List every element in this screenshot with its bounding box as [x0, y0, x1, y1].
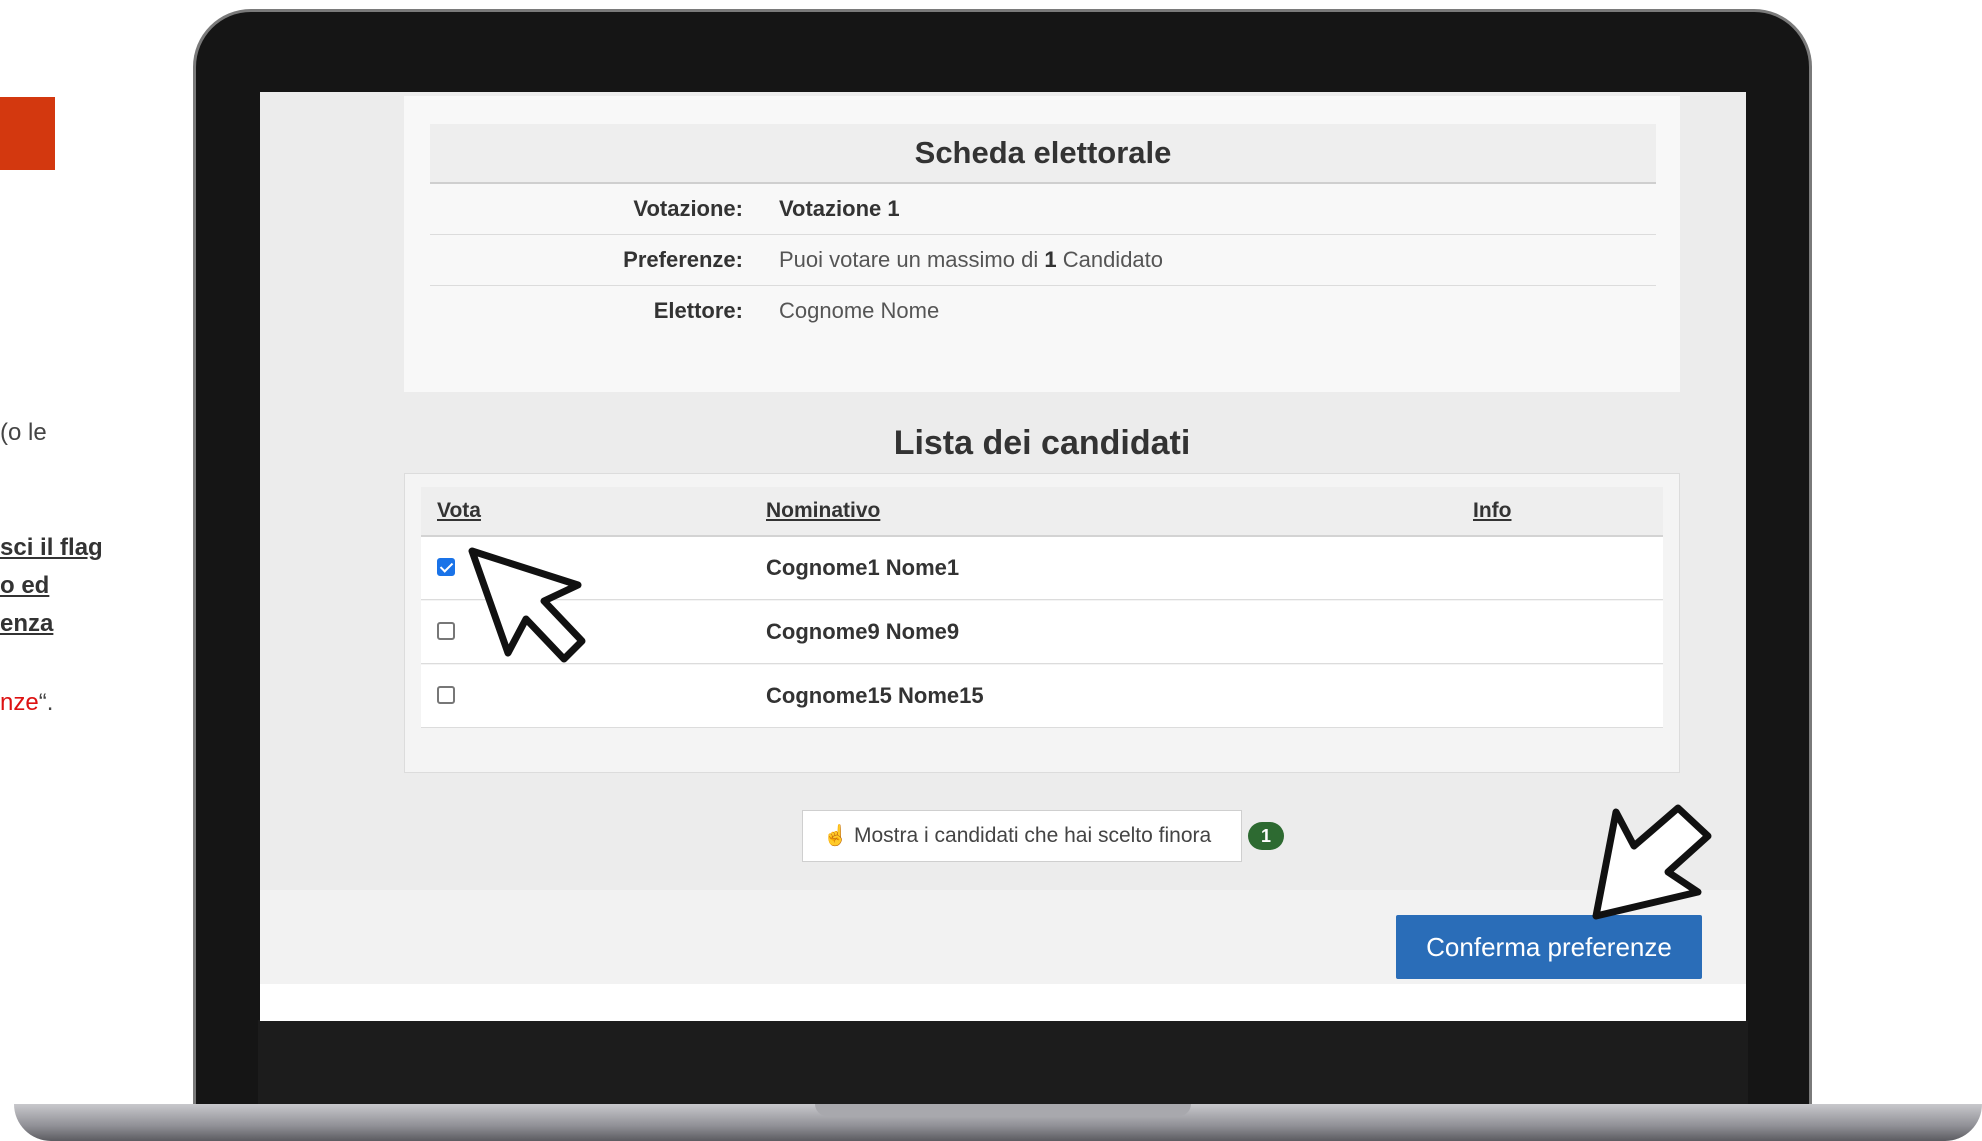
laptop-chin [258, 1020, 1748, 1110]
chosen-count-badge: 1 [1248, 822, 1284, 850]
vote-checkbox[interactable] [437, 558, 455, 576]
accent-block [0, 97, 55, 170]
info-value: Puoi votare un massimo di 1 Candidato [779, 235, 1163, 285]
info-value: Votazione 1 [779, 196, 900, 221]
table-header: Vota Nominativo Info [421, 487, 1663, 537]
pointer-arrow-icon [1592, 804, 1712, 920]
table-row: Cognome15 Nome15 [421, 665, 1663, 728]
candidate-name: Cognome1 Nome1 [766, 555, 960, 580]
table-row: Cognome9 Nome9 [421, 601, 1663, 664]
info-label: Preferenze: [623, 247, 743, 272]
candidate-name: Cognome15 Nome15 [766, 683, 984, 708]
instruction-text-2: sci il flag [0, 534, 103, 561]
ballot-title: Scheda elettorale [430, 124, 1656, 184]
instruction-text-1: (o le [0, 419, 47, 446]
pointer-arrow-icon [468, 547, 586, 663]
instruction-text-4: enza [0, 610, 54, 637]
instruction-highlight: nze [0, 689, 39, 716]
table-row: Cognome1 Nome1 [421, 537, 1663, 600]
column-nominativo[interactable]: Nominativo [766, 487, 880, 535]
candidate-name: Cognome9 Nome9 [766, 619, 960, 644]
candidates-table: Vota Nominativo Info Cognome1 Nome1 Cogn… [404, 473, 1680, 773]
vote-checkbox[interactable] [437, 686, 455, 704]
info-value-bold: 1 [1044, 247, 1057, 272]
info-row-preferenze: Preferenze: Puoi votare un massimo di 1 … [430, 235, 1656, 286]
show-chosen-candidates-button[interactable]: ☝ Mostra i candidati che hai scelto fino… [802, 810, 1242, 862]
info-row-votazione: Votazione: Votazione 1 [430, 184, 1656, 235]
instruction-tail: “. [38, 689, 54, 716]
info-value-prefix: Puoi votare un massimo di [779, 247, 1045, 272]
column-vota[interactable]: Vota [437, 487, 481, 535]
info-label: Votazione: [633, 196, 743, 221]
candidates-title: Lista dei candidati [893, 424, 1191, 462]
column-info[interactable]: Info [1473, 487, 1511, 535]
info-row-elettore: Elettore: Cognome Nome [430, 286, 1656, 336]
info-value: Cognome Nome [779, 298, 940, 323]
info-label: Elettore: [653, 298, 743, 323]
info-value-suffix: Candidato [1056, 247, 1164, 272]
instruction-text-3: o ed [0, 572, 50, 599]
confirm-preferences-button[interactable]: Conferma preferenze [1396, 915, 1702, 979]
vote-checkbox[interactable] [437, 622, 455, 640]
instruction-text-5: nze“. [0, 688, 53, 718]
ballot-card: Scheda elettorale Votazione: Votazione 1… [404, 96, 1680, 392]
show-chosen-label: Mostra i candidati che hai scelto finora [854, 824, 1212, 847]
laptop-base-notch [815, 1104, 1191, 1116]
hand-pointer-icon: ☝ [823, 825, 848, 847]
